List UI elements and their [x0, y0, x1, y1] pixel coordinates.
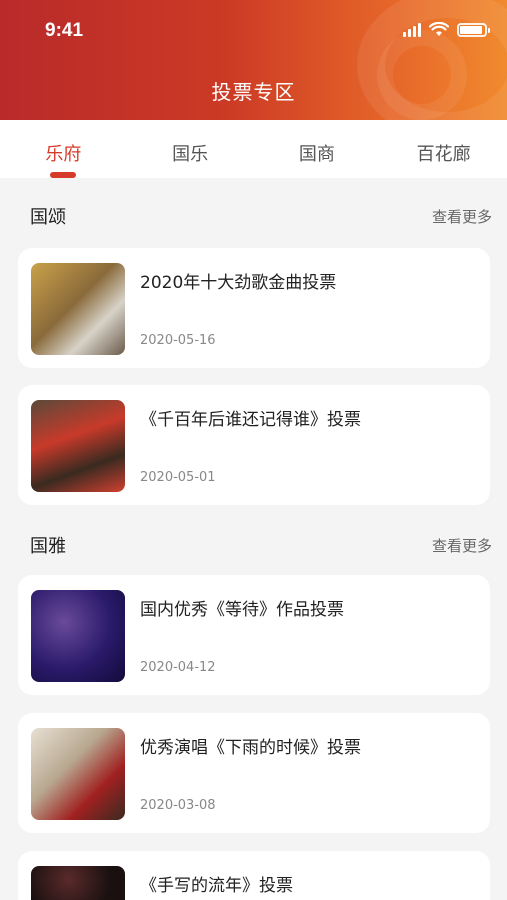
tab-label: 百花廊	[416, 144, 471, 165]
vote-date: 2020-05-01	[140, 470, 216, 485]
active-tab-indicator	[50, 172, 77, 178]
view-more-link[interactable]: 查看更多	[432, 535, 492, 556]
tab-label: 国乐	[172, 144, 209, 165]
tab-guoshang[interactable]: 国商	[254, 120, 381, 178]
tab-label: 国商	[298, 144, 335, 165]
cellular-signal-icon	[403, 22, 421, 37]
vote-date: 2020-04-12	[140, 660, 216, 675]
vote-thumbnail	[31, 866, 125, 900]
page-title: 投票专区	[211, 80, 296, 104]
vote-card[interactable]: 国内优秀《等待》作品投票 2020-04-12	[18, 575, 490, 695]
vote-card[interactable]: 《千百年后谁还记得谁》投票 2020-05-01	[18, 385, 490, 505]
status-time: 9:41	[45, 20, 84, 41]
vote-card[interactable]: 《手写的流年》投票	[18, 851, 490, 900]
vote-title: 优秀演唱《下雨的时候》投票	[140, 738, 361, 758]
tab-baihualang[interactable]: 百花廊	[380, 120, 507, 178]
vote-thumbnail	[31, 263, 125, 355]
vote-thumbnail	[31, 400, 125, 492]
vote-title: 《千百年后谁还记得谁》投票	[140, 410, 361, 430]
vote-title: 《手写的流年》投票	[140, 876, 293, 896]
header-bar: 9:41 投票专区	[0, 0, 507, 120]
section-header-guoya: 国雅 查看更多	[30, 532, 492, 558]
vote-date: 2020-03-08	[140, 798, 216, 813]
tab-yuefu[interactable]: 乐府	[0, 120, 127, 178]
vote-card[interactable]: 2020年十大劲歌金曲投票 2020-05-16	[18, 248, 490, 368]
status-icons	[403, 22, 490, 37]
tab-guole[interactable]: 国乐	[127, 120, 254, 178]
wifi-icon	[429, 22, 449, 36]
vote-thumbnail	[31, 590, 125, 682]
section-title: 国颂	[30, 207, 66, 228]
vote-title: 国内优秀《等待》作品投票	[140, 600, 344, 620]
section-title: 国雅	[30, 536, 66, 557]
battery-icon	[457, 22, 490, 37]
section-header-guosong: 国颂 查看更多	[30, 203, 492, 229]
category-tabs: 乐府 国乐 国商 百花廊	[0, 120, 507, 178]
vote-date: 2020-05-16	[140, 333, 216, 348]
tab-label: 乐府	[45, 144, 82, 165]
decorative-swirl-inner	[377, 30, 467, 120]
vote-card[interactable]: 优秀演唱《下雨的时候》投票 2020-03-08	[18, 713, 490, 833]
view-more-link[interactable]: 查看更多	[432, 206, 492, 227]
vote-thumbnail	[31, 728, 125, 820]
vote-title: 2020年十大劲歌金曲投票	[140, 273, 337, 293]
